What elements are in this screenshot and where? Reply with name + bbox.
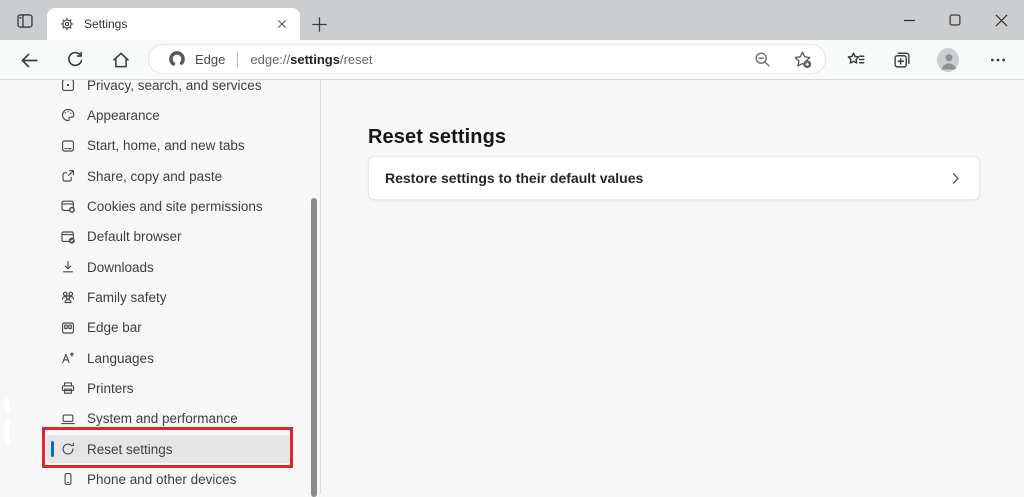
privacy-shield-icon [60,80,76,93]
favorites-hub-icon [846,50,866,70]
sidebar-item-label: Printers [87,381,134,396]
window-controls [886,0,1024,40]
sidebar-scrollbar-thumb[interactable] [311,198,317,497]
download-arrow-icon [60,259,76,275]
sidebar-item-label: Reset settings [87,442,173,457]
url-separator [237,52,238,67]
computer-icon [60,411,76,427]
sidebar-item-appearance[interactable]: Appearance [0,100,320,130]
close-icon [276,18,288,30]
close-window-button[interactable] [978,0,1024,40]
family-icon [60,289,76,305]
sidebar-item-label: Phone and other devices [87,472,236,487]
sidebar-item-downloads[interactable]: Downloads [0,252,320,282]
minimize-icon [903,14,916,27]
titlebar: Settings [0,0,1024,40]
main-pane: Reset settings Restore settings to their… [321,80,1024,494]
tab-actions-menu-button[interactable] [12,9,38,33]
sidebar-item-share-copy-paste[interactable]: Share, copy and paste [0,161,320,191]
edge-logo-icon [167,49,187,69]
gear-icon [59,16,75,32]
phone-icon [60,471,76,487]
close-icon [995,14,1008,27]
star-plus-icon [793,50,812,69]
url-scheme: edge:// [250,52,290,67]
sidebar-item-printers[interactable]: Printers [0,373,320,403]
appearance-palette-icon [60,107,76,123]
sidebar-item-label: Privacy, search, and services [87,80,262,93]
sidebar-item-label: Edge bar [87,320,142,335]
collections-button[interactable] [891,49,913,71]
refresh-icon [65,50,85,70]
url-host: settings [290,52,340,67]
sidebar-item-label: Appearance [87,108,160,123]
vertical-tabs-icon [16,12,34,30]
zoom-out-button[interactable] [751,48,773,70]
sidebar-item-system-performance[interactable]: System and performance [0,404,320,434]
home-button[interactable] [110,49,132,71]
ellipsis-icon [989,51,1007,69]
profile-avatar [937,48,959,72]
selected-accent-bar [51,441,54,457]
url-text: edge://settings/reset [250,52,372,67]
maximize-button[interactable] [932,0,978,40]
home-icon [111,50,131,70]
restore-defaults-label: Restore settings to their default values [385,170,948,186]
sidebar-item-edge-bar[interactable]: Edge bar [0,313,320,343]
maximize-icon [949,14,961,26]
sidebar-item-family-safety[interactable]: Family safety [0,282,320,312]
artifact-bar [5,419,10,446]
printer-icon [60,380,76,396]
page-title: Reset settings [368,126,506,149]
person-icon [937,48,959,72]
back-arrow-icon [19,50,40,71]
collections-icon [892,50,912,70]
address-bar[interactable]: Edge edge://settings/reset [148,44,826,74]
site-label: Edge [195,52,225,67]
sidebar-item-cookies-permissions[interactable]: Cookies and site permissions [0,191,320,221]
sidebar-item-languages[interactable]: Languages [0,343,320,373]
sidebar-item-label: Languages [87,351,154,366]
share-icon [60,168,76,184]
tab-settings[interactable]: Settings [47,8,300,40]
sidebar-item-phone-devices[interactable]: Phone and other devices [0,464,320,494]
restore-defaults-card[interactable]: Restore settings to their default values [368,156,980,200]
minimize-button[interactable] [886,0,932,40]
sidebar-item-start-home-newtabs[interactable]: Start, home, and new tabs [0,131,320,161]
profile-button[interactable] [937,49,959,71]
chevron-right-icon [948,171,963,186]
artifact-bar [5,398,10,413]
refresh-button[interactable] [64,49,86,71]
sidebar-item-reset-settings[interactable]: Reset settings [0,434,320,464]
settings-page: Privacy, search, and services Appearance… [0,80,1024,494]
sidebar-item-privacy[interactable]: Privacy, search, and services [0,80,320,100]
tab-close-button[interactable] [271,13,293,35]
reset-arrow-icon [60,441,76,457]
sidebar-item-label: Family safety [87,290,167,305]
sidebar-item-label: Share, copy and paste [87,169,222,184]
sidebar-item-label: Default browser [87,229,182,244]
new-tab-button[interactable] [306,11,332,37]
settings-and-more-button[interactable] [987,49,1009,71]
add-favorite-button[interactable] [791,48,813,70]
url-path: /reset [340,52,373,67]
back-button[interactable] [18,49,40,71]
sidebar-item-label: System and performance [87,411,238,426]
sidebar-item-label: Start, home, and new tabs [87,138,245,153]
start-page-icon [60,138,76,154]
tab-title: Settings [84,17,271,31]
sidebar-item-label: Cookies and site permissions [87,199,263,214]
sidebar-item-label: Downloads [87,260,154,275]
favorites-button[interactable] [845,49,867,71]
plus-icon [311,16,328,33]
edge-bar-icon [60,320,76,336]
sidebar-nav: Privacy, search, and services Appearance… [0,80,320,494]
sidebar-item-default-browser[interactable]: Default browser [0,222,320,252]
default-browser-icon [60,229,76,245]
magnifier-minus-icon [753,50,772,69]
settings-sidebar: Privacy, search, and services Appearance… [0,80,321,494]
languages-icon [60,350,76,366]
cookies-icon [60,198,76,214]
